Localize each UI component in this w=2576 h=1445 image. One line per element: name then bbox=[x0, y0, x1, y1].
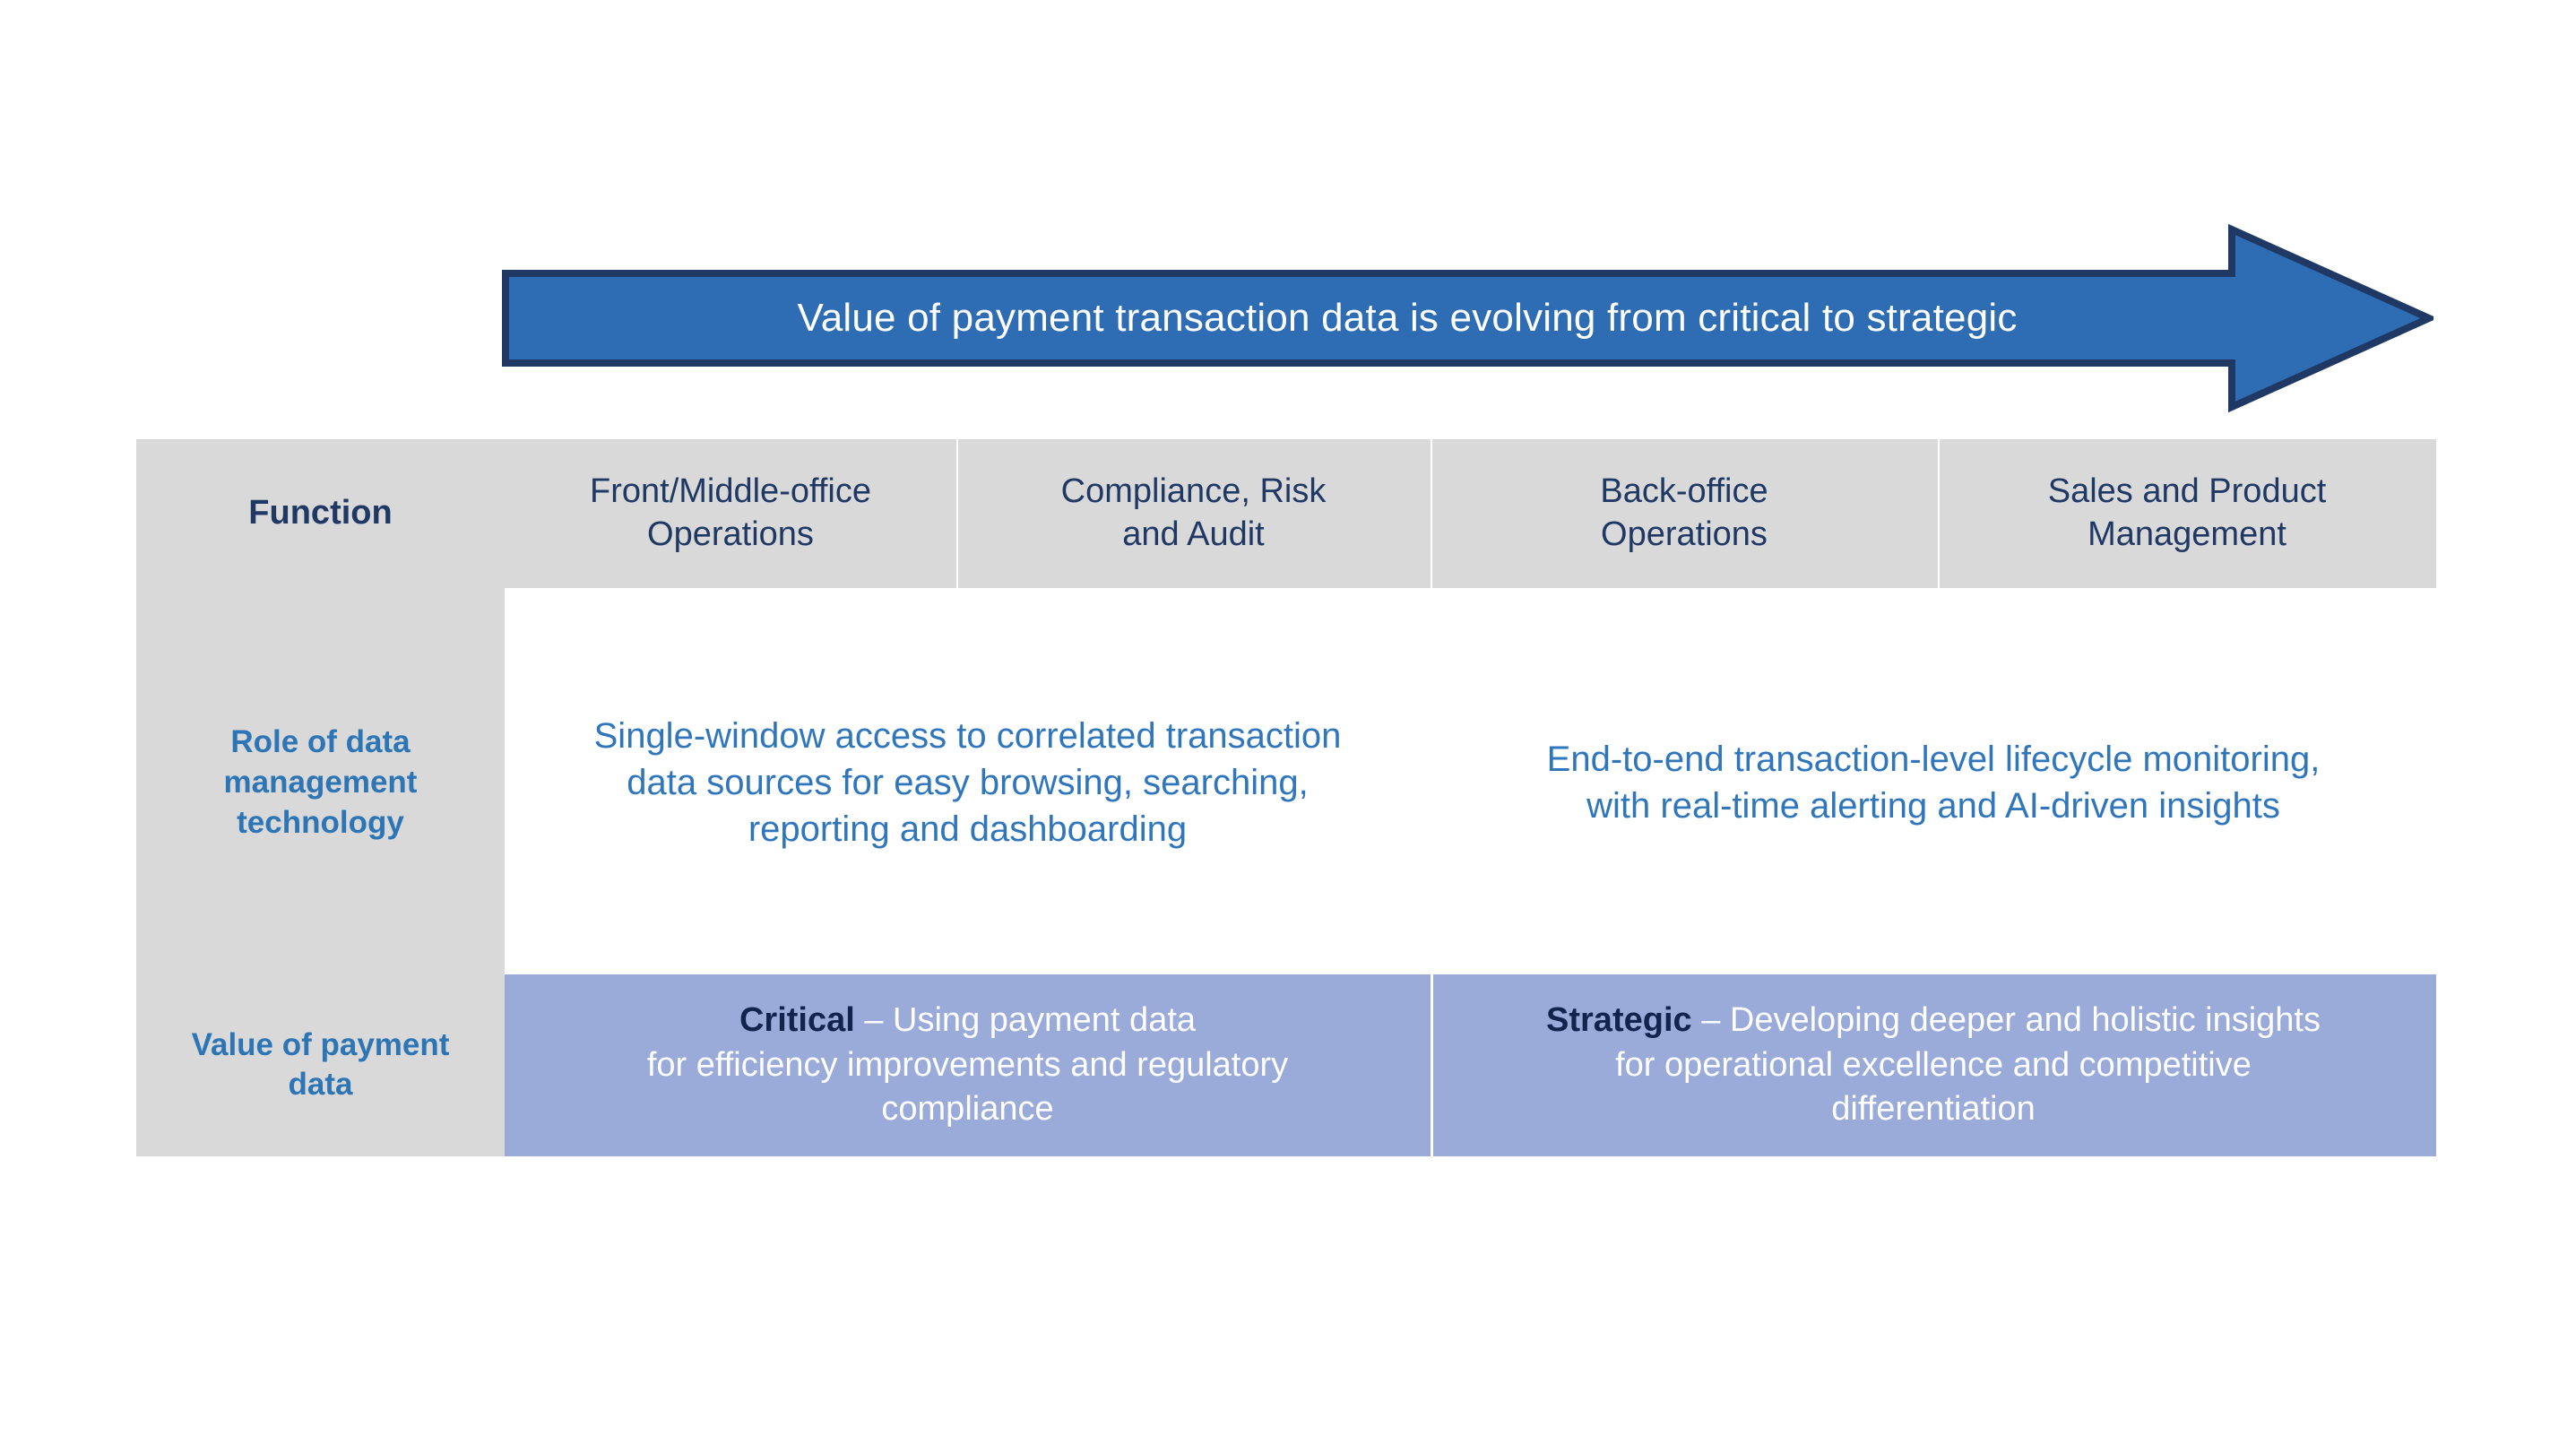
spacer-label-cell-2 bbox=[136, 912, 505, 974]
cell-role-right: End-to-end transaction-level lifecycle m… bbox=[1431, 653, 2436, 913]
table-header-row: Function Front/Middle-office Operations … bbox=[136, 439, 2436, 588]
header-label-sales-product-management: Sales and Product Management bbox=[1938, 471, 2436, 556]
cell-role-right-text: End-to-end transaction-level lifecycle m… bbox=[1431, 736, 2436, 829]
row-label-role-of-data-management-technology: Role of data management technology bbox=[136, 653, 505, 913]
text-line-3: compliance bbox=[881, 1090, 1054, 1129]
spacer-row-2 bbox=[136, 912, 2436, 974]
emphasis-critical: Critical bbox=[739, 1001, 855, 1040]
row-label-line-1: Role of data bbox=[230, 723, 411, 759]
row-label-value-of-payment-data: Value of payment data bbox=[136, 973, 505, 1156]
spacer-row-1 bbox=[136, 587, 2436, 654]
text-line-2: with real-time alerting and AI-driven in… bbox=[1586, 786, 2280, 826]
emphasis-strategic: Strategic bbox=[1546, 1001, 1692, 1040]
header-line-2: Operations bbox=[1601, 515, 1768, 553]
header-cell-back-office: Back-office Operations bbox=[1431, 439, 1938, 588]
row-label-line-2: data bbox=[288, 1067, 353, 1103]
text-line-1-rest: – Developing deeper and holistic insight… bbox=[1691, 1001, 2321, 1040]
header-cell-compliance-risk-audit: Compliance, Risk and Audit bbox=[956, 439, 1431, 588]
text-line-2: data sources for easy browsing, searchin… bbox=[627, 763, 1309, 803]
cell-value-strategic: Strategic – Developing deeper and holist… bbox=[1431, 973, 2436, 1156]
header-line-2: and Audit bbox=[1122, 515, 1265, 553]
spacer-body-cell-2 bbox=[505, 912, 2436, 974]
text-line-2: for operational excellence and competiti… bbox=[1615, 1045, 2252, 1084]
header-label-compliance-risk-audit: Compliance, Risk and Audit bbox=[956, 471, 1431, 556]
header-line-1: Compliance, Risk bbox=[1060, 472, 1327, 511]
spacer-body-cell-1 bbox=[505, 587, 2436, 654]
header-cell-front-middle-office: Front/Middle-office Operations bbox=[505, 439, 956, 588]
header-line-2: Management bbox=[2088, 515, 2286, 553]
row-label-text: Value of payment data bbox=[136, 1025, 505, 1106]
row-label-text: Role of data management technology bbox=[136, 722, 505, 843]
cell-value-critical: Critical – Using payment data for effici… bbox=[505, 973, 1431, 1156]
evolution-arrow-banner: Value of payment transaction data is evo… bbox=[502, 224, 2433, 412]
text-line-3: reporting and dashboarding bbox=[748, 809, 1188, 850]
header-label-function: Function bbox=[248, 494, 393, 532]
text-line-1: End-to-end transaction-level lifecycle m… bbox=[1546, 740, 2321, 780]
header-label-back-office: Back-office Operations bbox=[1431, 471, 1938, 556]
text-line-1: Single-window access to correlated trans… bbox=[593, 716, 1342, 757]
payment-data-value-matrix: Function Front/Middle-office Operations … bbox=[136, 439, 2436, 1156]
row-label-line-1: Value of payment bbox=[191, 1026, 450, 1062]
text-line-1: Strategic – Developing deeper and holist… bbox=[1454, 999, 2413, 1043]
row-label-line-2: management bbox=[223, 764, 418, 800]
header-line-1: Back-office bbox=[1600, 472, 1768, 511]
header-line-1: Front/Middle-office bbox=[590, 472, 871, 511]
text-line-3: differentiation bbox=[1831, 1090, 2036, 1129]
spacer-label-cell-1 bbox=[136, 587, 505, 654]
header-cell-function: Function bbox=[136, 439, 505, 588]
header-line-1: Sales and Product bbox=[2047, 472, 2327, 511]
row-label-line-3: technology bbox=[237, 804, 404, 840]
text-line-1: Critical – Using payment data bbox=[528, 999, 1407, 1043]
arrow-shape-icon bbox=[502, 224, 2433, 412]
header-cell-sales-product-management: Sales and Product Management bbox=[1938, 439, 2436, 588]
text-line-1-rest: – Using payment data bbox=[854, 1001, 1197, 1040]
cell-role-left: Single-window access to correlated trans… bbox=[505, 653, 1431, 913]
text-line-2: for efficiency improvements and regulato… bbox=[646, 1045, 1289, 1084]
table-row: Role of data management technology Singl… bbox=[136, 653, 2436, 913]
cell-value-critical-text: Critical – Using payment data for effici… bbox=[505, 999, 1431, 1131]
header-label-front-middle-office: Front/Middle-office Operations bbox=[505, 471, 956, 556]
table-row: Value of payment data Critical – Using p… bbox=[136, 973, 2436, 1156]
header-line-2: Operations bbox=[647, 515, 814, 553]
cell-value-strategic-text: Strategic – Developing deeper and holist… bbox=[1431, 999, 2436, 1131]
cell-role-left-text: Single-window access to correlated trans… bbox=[505, 713, 1431, 852]
